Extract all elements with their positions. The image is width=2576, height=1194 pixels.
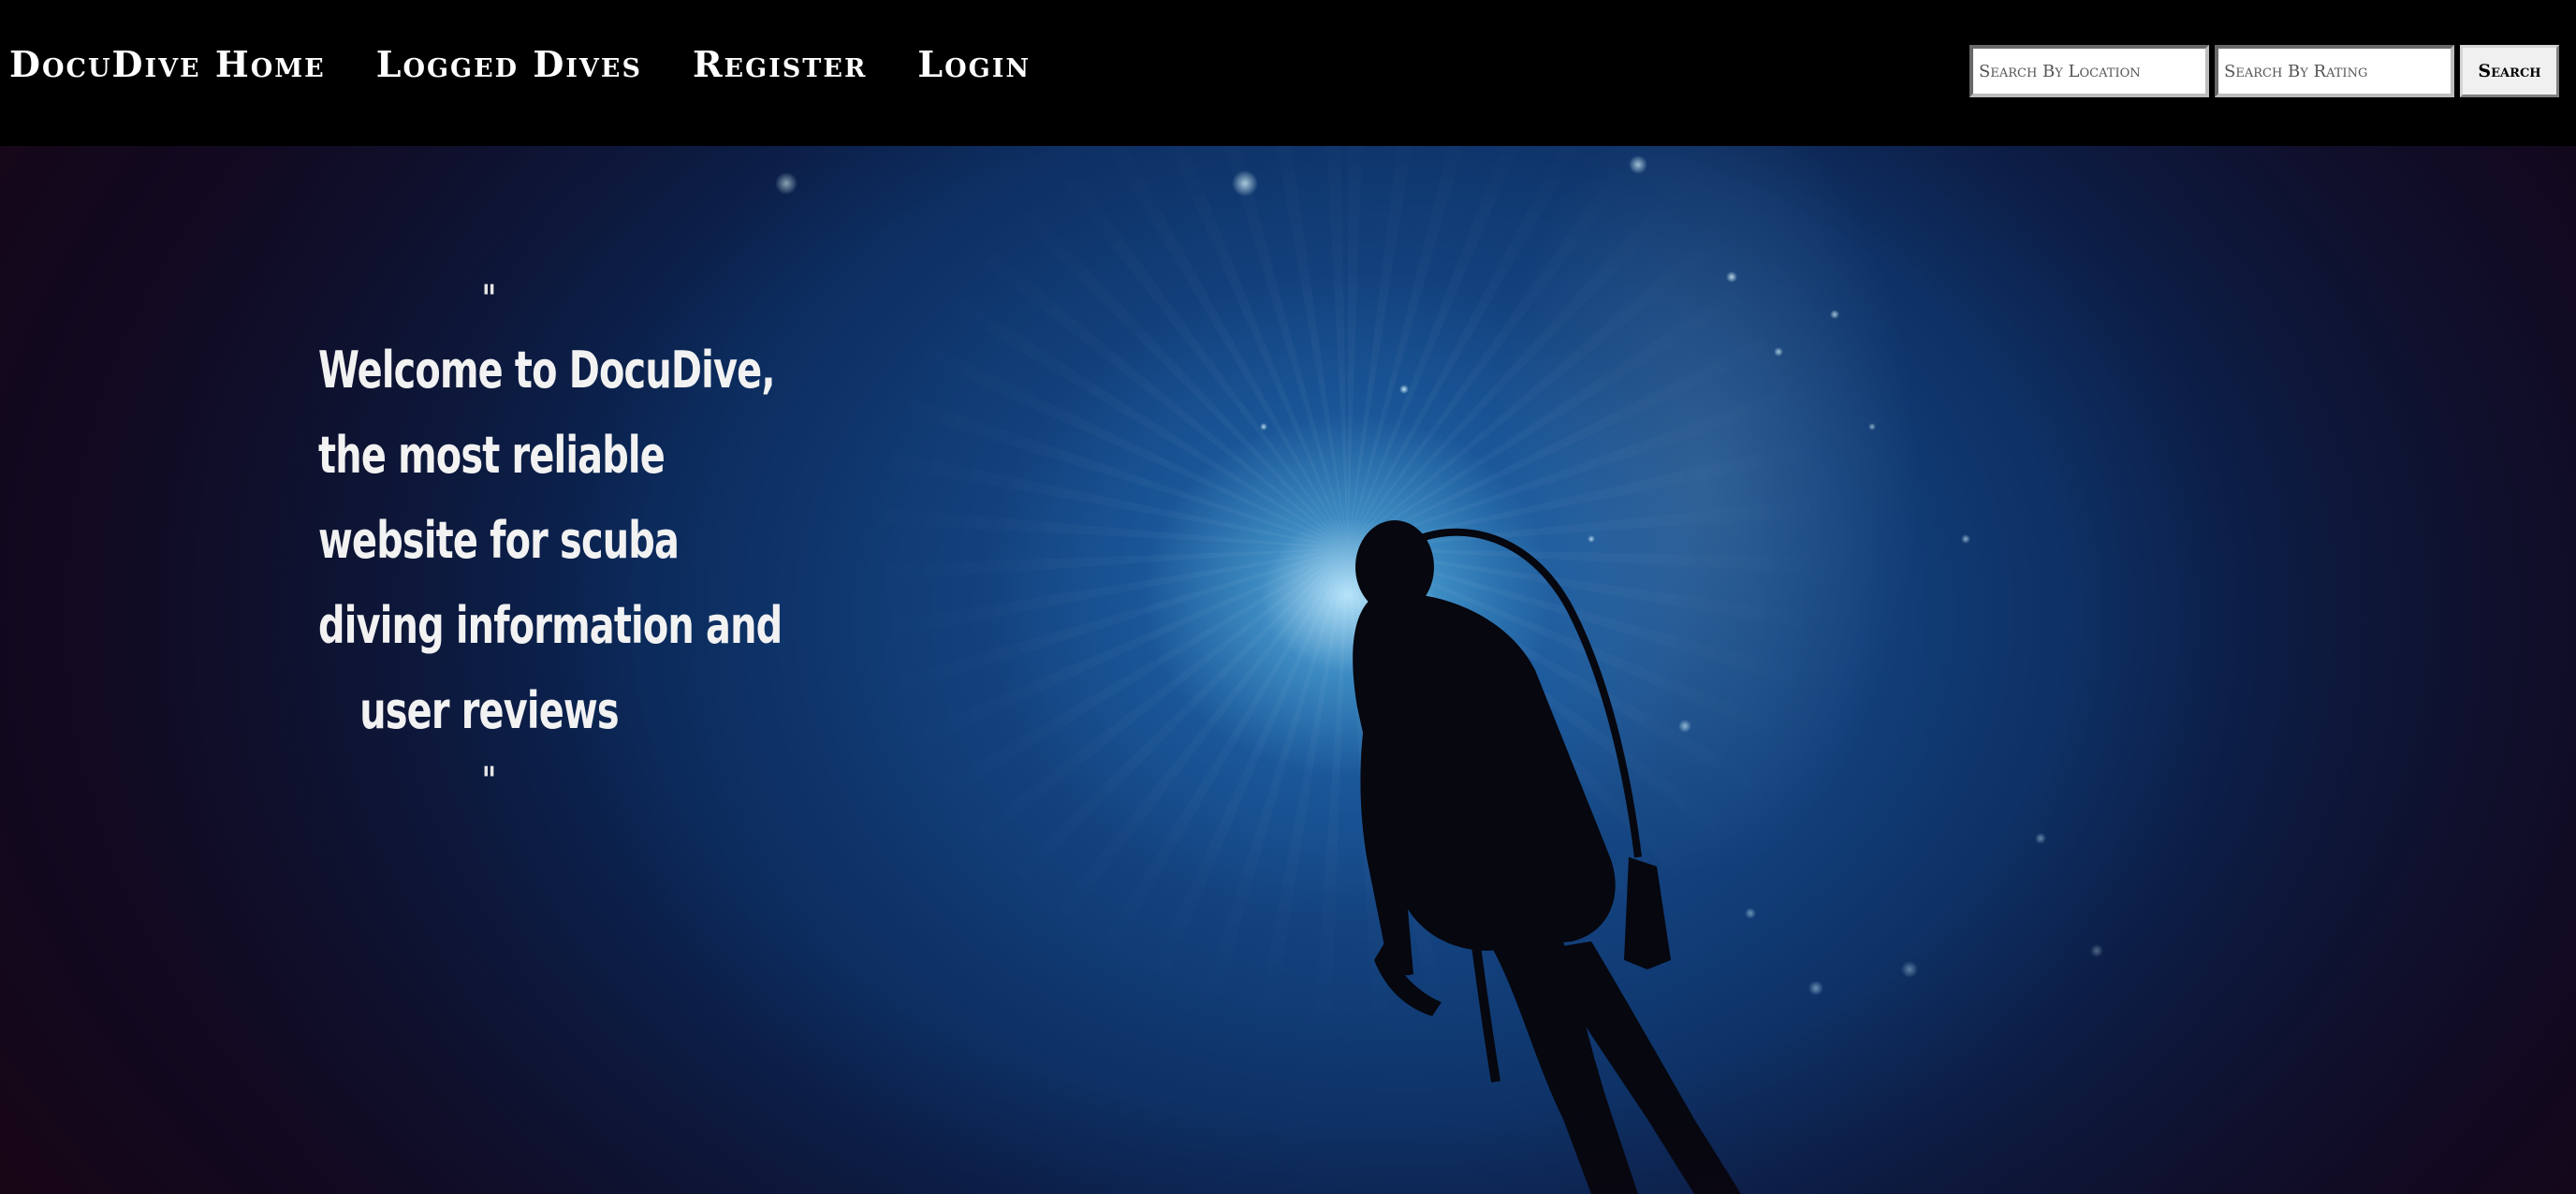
welcome-line-4: diving information and [318,596,783,655]
welcome-line-1: Welcome to DocuDive, [318,341,775,400]
welcome-line-5: user reviews [359,681,619,740]
top-navbar: DocuDive Home Logged Dives Register Logi… [0,0,2576,146]
nav-link-login[interactable]: Login [917,43,1031,86]
search-rating-input[interactable] [2215,45,2454,97]
welcome-line-3: website for scuba [318,511,680,570]
main-nav: DocuDive Home Logged Dives Register Logi… [9,43,1081,86]
welcome-line-2: the most reliable [318,426,666,485]
search-button[interactable]: Search [2460,45,2559,97]
nav-link-logged-dives[interactable]: Logged Dives [376,43,642,86]
close-quote-mark: " [481,760,497,803]
open-quote-mark: " [481,278,497,321]
hero-banner: " Welcome to DocuDive, the most reliable… [0,146,2576,1194]
search-location-input[interactable] [1969,45,2209,97]
nav-link-register[interactable]: Register [693,43,867,86]
nav-link-home[interactable]: DocuDive Home [9,43,326,86]
welcome-quote: " Welcome to DocuDive, the most reliable… [318,271,783,809]
search-form: Search [1969,45,2559,97]
